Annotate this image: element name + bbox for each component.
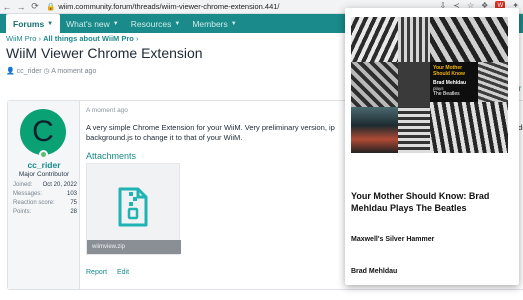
lock-icon: 🔒 xyxy=(46,2,56,11)
tab-resources[interactable]: Resources ▼ xyxy=(125,14,187,33)
extension-popup: Your Mother Should Know Brad Mehldau pla… xyxy=(345,8,519,285)
stat-row: Messages: 103 xyxy=(13,190,77,199)
post-time[interactable]: A moment ago xyxy=(86,107,128,114)
attachment-thumbnail[interactable]: wiimview.zip xyxy=(86,163,181,255)
tab-label: Members xyxy=(192,18,228,29)
post-body: A very simple Chrome Extension for your … xyxy=(86,123,356,143)
tab-whats-new[interactable]: What's new ▼ xyxy=(60,14,125,33)
tab-members[interactable]: Members ▼ xyxy=(186,14,242,33)
page-title: WiiM Viewer Chrome Extension xyxy=(6,45,203,61)
album-art-tile xyxy=(430,102,508,153)
stat-row: Reaction score: 75 xyxy=(13,199,77,208)
post-user-column: C cc_rider Major Contributor Joined: Oct … xyxy=(8,101,80,289)
report-link[interactable]: Report xyxy=(86,269,107,276)
user-stats: Joined: Oct 20, 2022 Messages: 103 Reactio… xyxy=(13,181,77,217)
tab-label: Resources xyxy=(130,18,172,29)
post-body-line: A very simple Chrome Extension for your … xyxy=(86,123,335,132)
address-bar[interactable]: 🔒 wiim.community.forum/threads/wiim-viewe… xyxy=(46,2,280,11)
album-art-tile xyxy=(430,17,508,62)
chevron-down-icon: ▼ xyxy=(174,20,181,27)
stat-label: Messages: xyxy=(13,191,43,197)
stat-label: Points: xyxy=(13,209,32,215)
stat-row: Joined: Oct 20, 2022 xyxy=(13,181,77,190)
thread-author[interactable]: cc_rider xyxy=(17,68,42,75)
artist-name: Brad Mehldau xyxy=(351,268,398,275)
zip-file-icon xyxy=(118,187,148,227)
post-actions: Report Edit xyxy=(86,269,137,276)
breadcrumb-item[interactable]: WiiM Pro xyxy=(6,34,36,43)
stat-value: 75 xyxy=(70,200,77,206)
album-cover-band: The Beatles xyxy=(433,91,460,97)
album-art-tile xyxy=(478,62,508,102)
tab-label: What's new xyxy=(66,18,110,29)
avatar[interactable]: C xyxy=(20,109,66,155)
post-body-line: background.js to change it to that of yo… xyxy=(86,133,243,142)
stat-value: 28 xyxy=(70,209,77,215)
online-indicator-icon xyxy=(39,150,48,159)
forward-icon[interactable]: → xyxy=(14,2,28,12)
album-art-tile xyxy=(351,62,398,107)
album-cover-title: Your Mother Should Know xyxy=(433,65,465,77)
chevron-down-icon: ▼ xyxy=(47,20,54,27)
reload-icon[interactable]: ⟳ xyxy=(28,1,42,12)
album-title: Your Mother Should Know: Brad Mehldau Pl… xyxy=(351,191,490,213)
breadcrumb: WiiM Pro › All things about WiiM Pro › xyxy=(6,34,138,43)
album-art-tile xyxy=(398,17,430,62)
album-art-tile xyxy=(351,107,398,153)
album-art: Your Mother Should Know Brad Mehldau pla… xyxy=(351,17,508,153)
chevron-down-icon: ▼ xyxy=(112,20,119,27)
user-title: Major Contributor xyxy=(18,171,70,178)
user-icon: 👤 xyxy=(6,68,15,75)
album-cover-label: Your Mother Should Know Brad Mehldau pla… xyxy=(430,62,478,102)
tab-forums[interactable]: Forums ▼ xyxy=(6,14,61,33)
album-art-tile xyxy=(351,17,398,62)
chevron-down-icon: ▼ xyxy=(230,20,237,27)
breadcrumb-item[interactable]: All things about WiiM Pro xyxy=(43,34,134,43)
attachments-heading: Attachments xyxy=(86,151,137,161)
edit-link[interactable]: Edit xyxy=(117,269,129,276)
stat-label: Joined: xyxy=(13,182,33,188)
post-username[interactable]: cc_rider xyxy=(8,160,80,170)
thread-time[interactable]: A moment ago xyxy=(51,68,96,75)
stat-value: 103 xyxy=(66,191,77,197)
stat-value: Oct 20, 2022 xyxy=(42,182,77,188)
thread-meta: 👤 cc_rider ◷ A moment ago xyxy=(6,67,96,75)
album-art-tile xyxy=(398,107,430,153)
stat-row: Points: 28 xyxy=(13,208,77,217)
chevron-right-icon: › xyxy=(135,34,139,43)
url-text: wiim.community.forum/threads/wiim-viewer… xyxy=(58,2,280,11)
attachment-caption: wiimview.zip xyxy=(87,240,181,254)
stat-label: Reaction score: xyxy=(13,200,55,206)
back-icon[interactable]: ← xyxy=(0,2,14,12)
tab-label: Forums xyxy=(13,18,45,29)
track-title: Maxwell's Silver Hammer xyxy=(351,236,435,243)
